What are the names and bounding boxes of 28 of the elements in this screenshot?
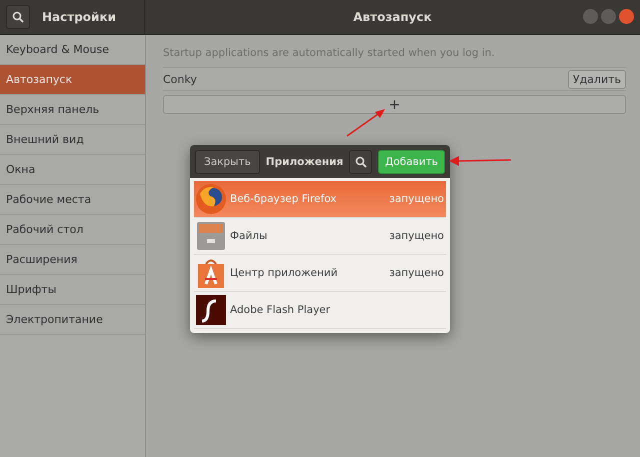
entry-name: Conky xyxy=(163,72,197,86)
sidebar-item[interactable]: Автозапуск xyxy=(0,65,145,95)
sidebar-item[interactable]: Рабочий стол xyxy=(0,215,145,245)
remove-button[interactable]: Удалить xyxy=(568,70,626,88)
close-dialog-button[interactable]: Закрыть xyxy=(195,150,260,174)
app-name: Adobe Flash Player xyxy=(230,304,332,316)
app-row[interactable]: Adobe Flash Player xyxy=(194,292,446,329)
app-row[interactable]: Файлы запущено xyxy=(194,218,446,255)
description-text: Startup applications are automatically started when you log in. xyxy=(163,47,496,59)
sidebar-item[interactable]: Рабочие места xyxy=(0,185,145,215)
app-name: Центр приложений xyxy=(230,267,339,279)
window-title: Автозапуск xyxy=(353,10,432,24)
add-button[interactable]: + xyxy=(163,95,626,114)
sidebar-item[interactable]: Шрифты xyxy=(0,275,145,305)
app-status: запущено xyxy=(389,230,445,242)
dialog-title: Приложения xyxy=(266,156,344,168)
sidebar-item[interactable]: Расширения xyxy=(0,245,145,275)
sidebar-item[interactable]: Окна xyxy=(0,155,145,185)
sidebar-item[interactable]: Внешний вид xyxy=(0,125,145,155)
sidebar-item[interactable]: Верхняя панель xyxy=(0,95,145,125)
app-row[interactable]: Веб-браузер Firefox запущено xyxy=(194,181,446,218)
app-status: запущено xyxy=(389,193,445,205)
app-status: запущено xyxy=(389,267,445,279)
app-row[interactable]: Центр приложений запущено xyxy=(194,255,446,292)
sidebar-title: Настройки xyxy=(42,10,116,24)
sidebar-item[interactable]: Электропитание xyxy=(0,305,145,335)
app-name: Файлы xyxy=(230,230,268,242)
app-name: Веб-браузер Firefox xyxy=(230,193,338,205)
